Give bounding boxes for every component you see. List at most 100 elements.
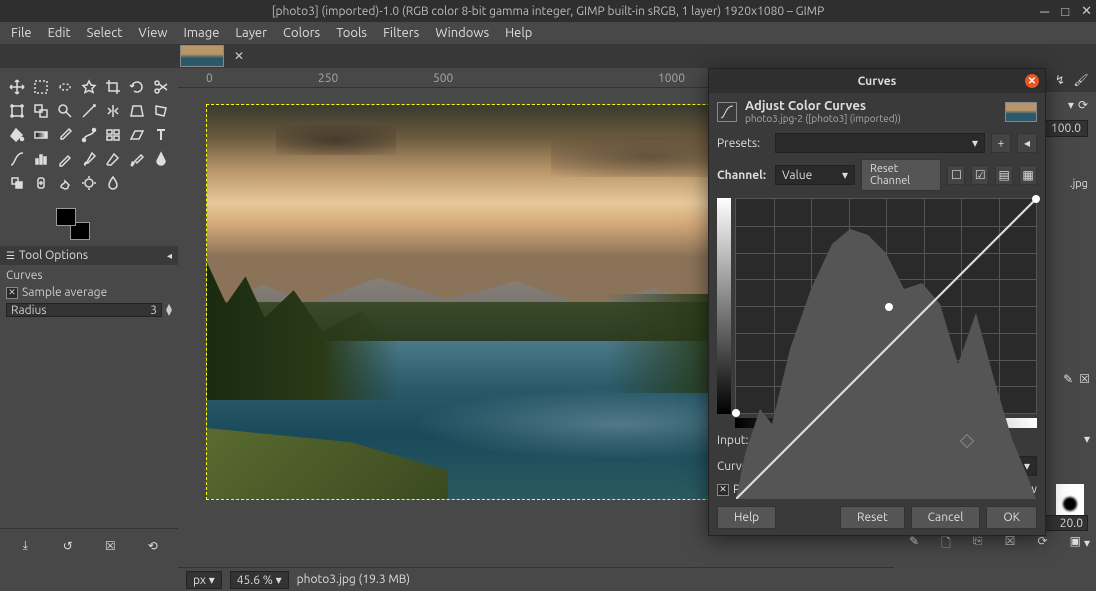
restore-options-icon[interactable]: ↺: [57, 535, 79, 557]
menu-colors[interactable]: Colors: [276, 24, 327, 42]
curve-point-mid[interactable]: [885, 303, 893, 311]
delete-options-icon[interactable]: ☒: [99, 535, 121, 557]
menu-select[interactable]: Select: [80, 24, 130, 42]
scale-tool[interactable]: [30, 100, 52, 122]
close-icon[interactable]: ✕: [1081, 4, 1092, 19]
dialog-close-icon[interactable]: ✕: [1025, 74, 1039, 88]
channel-select[interactable]: Value▾: [775, 165, 855, 185]
text-tool[interactable]: [150, 124, 172, 146]
menu-tools[interactable]: Tools: [329, 24, 374, 42]
rotate-tool[interactable]: [126, 76, 148, 98]
levels-tool[interactable]: [30, 148, 52, 170]
gradient-tool[interactable]: [30, 124, 52, 146]
curves-tool[interactable]: [6, 148, 28, 170]
reset-channel-button[interactable]: Reset Channel: [861, 159, 941, 191]
rect-select-tool[interactable]: [30, 76, 52, 98]
unified-transform-tool[interactable]: [6, 100, 28, 122]
menu-image[interactable]: Image: [177, 24, 227, 42]
dodge-tool[interactable]: [78, 172, 100, 194]
airbrush-tool[interactable]: [126, 148, 148, 170]
ok-button[interactable]: OK: [986, 506, 1037, 529]
crop-tool[interactable]: [102, 76, 124, 98]
curve-grid[interactable]: [735, 198, 1037, 414]
sample-average-checkbox[interactable]: ✕: [6, 287, 18, 299]
dialog-image-thumb[interactable]: [1005, 102, 1037, 122]
refresh-brush-icon[interactable]: ⟳: [1037, 534, 1047, 555]
smudge-tool[interactable]: [54, 172, 76, 194]
align-tool[interactable]: [102, 124, 124, 146]
minimize-icon[interactable]: ─: [1040, 4, 1049, 19]
zoom-selector[interactable]: 45.6 % ▾: [230, 571, 289, 589]
refresh-icon[interactable]: ⟳: [1078, 98, 1088, 112]
ink-tool[interactable]: [150, 148, 172, 170]
preview-checkbox[interactable]: ✕: [717, 484, 729, 496]
preset-menu-icon[interactable]: ◂: [1017, 133, 1037, 153]
blur-tool[interactable]: [102, 172, 124, 194]
menu-help[interactable]: Help: [498, 24, 539, 42]
duplicate-brush-icon[interactable]: ⎘: [973, 534, 983, 555]
help-button[interactable]: Help: [717, 506, 776, 529]
flip-tool[interactable]: [102, 100, 124, 122]
eraser-tool[interactable]: [102, 148, 124, 170]
heal-tool[interactable]: [30, 172, 52, 194]
delete-layer-icon[interactable]: ☒: [1079, 372, 1090, 386]
hist-rgb-icon[interactable]: ▦: [1019, 165, 1037, 185]
ruler-mark: 500: [433, 72, 453, 85]
fg-color-swatch[interactable]: [56, 208, 76, 226]
panel-menu-icon[interactable]: ◂: [167, 250, 172, 262]
paths-tool[interactable]: [78, 124, 100, 146]
image-tab-close-icon[interactable]: ✕: [230, 49, 248, 63]
move-tool[interactable]: [6, 76, 28, 98]
shear-tool[interactable]: [126, 124, 148, 146]
presets-select[interactable]: ▾: [775, 133, 985, 153]
new-brush-icon[interactable]: 🗋: [941, 534, 951, 555]
paintbrush-tool[interactable]: [78, 148, 100, 170]
zoom-tool[interactable]: [54, 100, 76, 122]
right-top-value[interactable]: 100.0: [1044, 120, 1088, 137]
chevron-down-icon[interactable]: ▾: [1068, 98, 1074, 112]
edit-brush-icon[interactable]: ✎: [909, 534, 919, 555]
reset-button[interactable]: Reset: [840, 506, 905, 529]
color-swatches[interactable]: [56, 208, 90, 240]
delete-brush-icon[interactable]: ☒: [1005, 534, 1016, 555]
log-hist-icon[interactable]: ☑: [971, 165, 989, 185]
fuzzy-select-tool[interactable]: [78, 76, 100, 98]
brush-tab-icon[interactable]: 🖌: [1072, 71, 1090, 89]
file-ext-label: .jpg: [1070, 178, 1088, 190]
menu-windows[interactable]: Windows: [428, 24, 496, 42]
measure-tool[interactable]: [78, 100, 100, 122]
open-as-image-icon[interactable]: ▣: [1070, 534, 1081, 555]
curve-point-end[interactable]: [1032, 195, 1040, 203]
perspective-tool[interactable]: [126, 100, 148, 122]
dialog-titlebar[interactable]: Curves ✕: [709, 69, 1045, 93]
scissors-tool[interactable]: [150, 76, 172, 98]
unit-selector[interactable]: px ▾: [186, 571, 222, 589]
menu-filters[interactable]: Filters: [376, 24, 426, 42]
chevron-down-icon[interactable]: ▾: [1084, 432, 1090, 446]
add-preset-icon[interactable]: +: [991, 133, 1011, 153]
pencil-tool[interactable]: [54, 148, 76, 170]
edit-layer-icon[interactable]: ✎: [1063, 372, 1073, 386]
hist-lum-icon[interactable]: ▤: [995, 165, 1013, 185]
radius-slider[interactable]: Radius 3: [6, 303, 162, 317]
menu-layer[interactable]: Layer: [228, 24, 274, 42]
color-picker-tool[interactable]: [54, 124, 76, 146]
menu-view[interactable]: View: [131, 24, 174, 42]
linear-hist-icon[interactable]: ☐: [947, 165, 965, 185]
presets-label: Presets:: [717, 137, 769, 150]
maximize-icon[interactable]: □: [1061, 4, 1069, 19]
undo-tab-icon[interactable]: ↯: [1051, 71, 1069, 89]
curve-point-start[interactable]: [732, 409, 740, 417]
cage-tool[interactable]: [150, 100, 172, 122]
cancel-button[interactable]: Cancel: [911, 506, 981, 529]
clone-tool[interactable]: [6, 172, 28, 194]
dialog-subtitle: photo3.jpg-2 ([photo3] (imported)): [745, 113, 997, 124]
free-select-tool[interactable]: [54, 76, 76, 98]
save-options-icon[interactable]: ⤓: [14, 535, 36, 557]
reset-options-icon[interactable]: ⟲: [142, 535, 164, 557]
menu-edit[interactable]: Edit: [41, 24, 78, 42]
menu-file[interactable]: File: [4, 24, 39, 42]
bucket-fill-tool[interactable]: [6, 124, 28, 146]
radius-down-icon[interactable]: ▾: [166, 310, 172, 316]
image-tab-thumb[interactable]: [180, 45, 224, 67]
